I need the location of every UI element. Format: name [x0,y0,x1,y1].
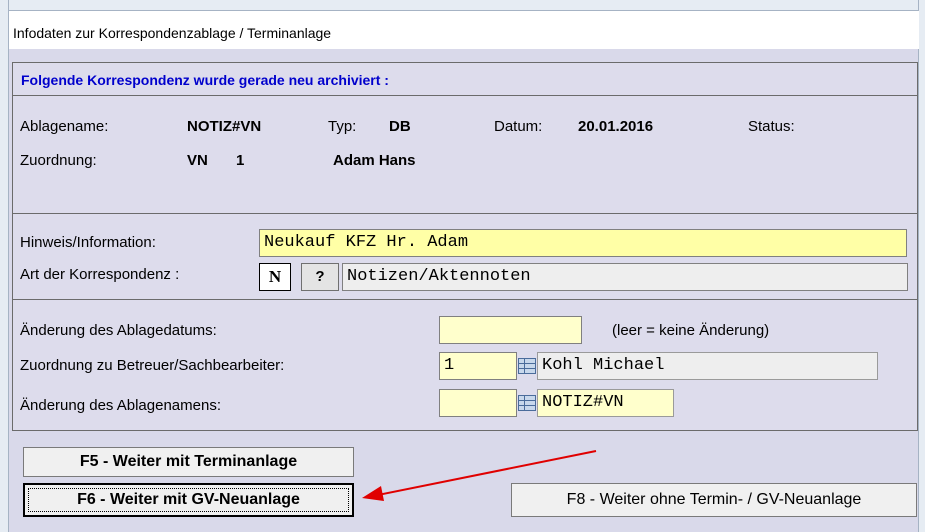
datum-value: 20.01.2016 [578,118,654,135]
hinweis-input[interactable]: Neukauf KFZ Hr. Adam [259,229,907,257]
ablagename-label: Ablagename: [20,118,109,135]
zuordnung-label: Zuordnung: [20,152,97,169]
typ-value: DB [389,118,411,135]
header-separator [12,95,918,96]
dialog-window: Infodaten zur Korrespondenzablage / Term… [0,0,925,532]
zuordnung-name: Adam Hans [333,152,416,169]
window-frame-top [0,0,925,11]
table-lookup-icon[interactable] [518,395,536,411]
datum-change-input[interactable] [439,316,582,344]
zuordnung-number: 1 [236,152,245,169]
datum-change-label: Änderung des Ablagedatums: [20,322,217,339]
f5-terminanlage-button[interactable]: F5 - Weiter mit Terminanlage [23,447,354,477]
datum-label: Datum: [494,118,543,135]
datum-change-hint: (leer = keine Änderung) [612,322,770,339]
art-help-button[interactable]: ? [301,263,339,291]
typ-label: Typ: [328,118,357,135]
zuordnung-code: VN [187,152,208,169]
focus-outline [28,488,349,512]
art-label: Art der Korrespondenz : [20,266,180,283]
arrow-head [362,486,384,501]
table-lookup-icon[interactable] [518,358,536,374]
ablagename-change-input[interactable] [439,389,517,417]
betreuer-label: Zuordnung zu Betreuer/Sachbearbeiter: [20,357,285,374]
betreuer-input[interactable]: 1 [439,352,517,380]
window-frame-right [918,0,925,532]
f6-gv-neuanlage-button[interactable]: F6 - Weiter mit GV-Neuanlage [23,483,354,517]
art-code-input[interactable]: N [259,263,291,291]
hinweis-label: Hinweis/Information: [20,234,156,251]
window-frame-left [0,0,9,532]
art-text-field: Notizen/Aktennoten [342,263,908,291]
status-label: Status: [748,118,795,135]
archive-message: Folgende Korrespondenz wurde gerade neu … [21,72,389,88]
betreuer-name-field: Kohl Michael [537,352,878,380]
title-bar: Infodaten zur Korrespondenzablage / Term… [9,11,919,49]
ablagename-change-value[interactable]: NOTIZ#VN [537,389,674,417]
ablagename-value: NOTIZ#VN [187,118,262,135]
f8-weiter-ohne-button[interactable]: F8 - Weiter ohne Termin- / GV-Neuanlage [511,483,917,517]
window-title: Infodaten zur Korrespondenzablage / Term… [13,25,332,41]
ablagename-change-label: Änderung des Ablagenamens: [20,397,221,414]
